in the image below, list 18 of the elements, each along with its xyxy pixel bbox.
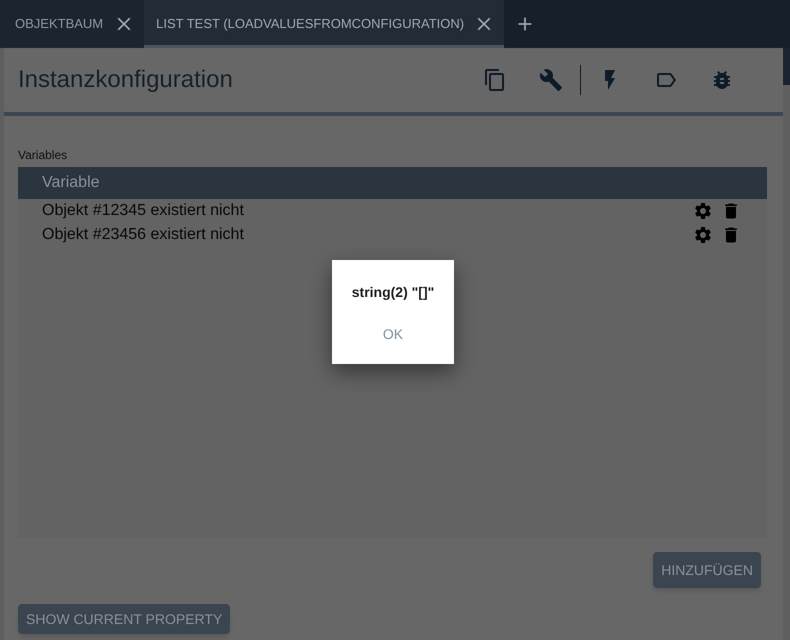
tab-label: OBJEKTBAUM [15,15,104,34]
section-label: Variables [18,148,68,162]
show-property-button[interactable]: SHOW CURRENT PROPERTY [18,604,230,634]
tab[interactable]: OBJEKTBAUM [0,0,144,48]
wrench-icon[interactable] [539,68,563,92]
column-header: Variable [42,173,100,193]
ok-button[interactable]: OK [374,320,412,349]
tab[interactable]: LIST TEST (LOADVALUESFROMCONFIGURATION) [144,0,504,48]
scrollbar-thumb[interactable] [783,48,790,85]
add-button[interactable]: HINZUFÜGEN [653,552,761,588]
settings-icon[interactable] [693,225,713,245]
copy-icon[interactable] [483,68,507,92]
dialog-message: string(2) "[]" [352,283,434,302]
tab-label: LIST TEST (LOADVALUESFROMCONFIGURATION) [156,15,464,34]
settings-icon[interactable] [693,201,713,221]
table-cell-text: Objekt #12345 existiert nicht [42,201,244,221]
table-cell-text: Objekt #23456 existiert nicht [42,225,244,245]
panel-title: Instanzkonfiguration [18,65,233,95]
